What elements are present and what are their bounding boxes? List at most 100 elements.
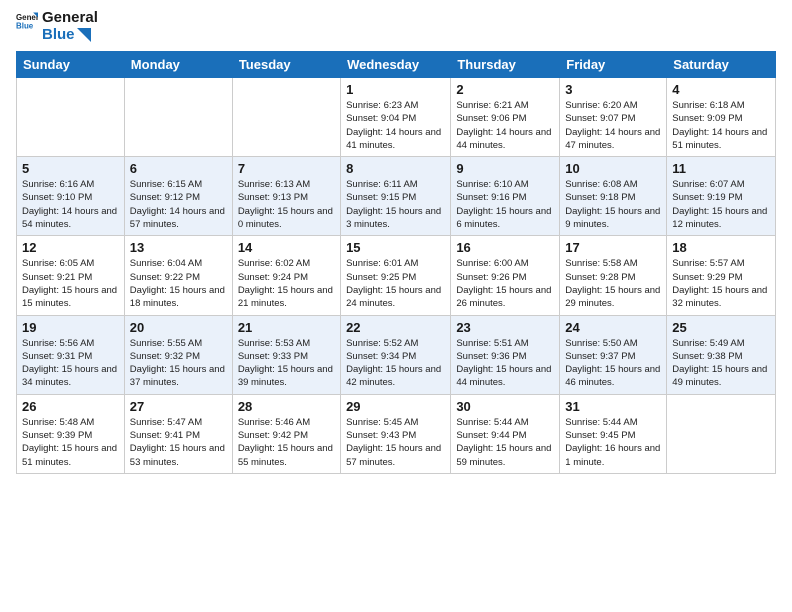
sunrise-text: Sunrise: 5:52 AM bbox=[346, 338, 418, 349]
sunrise-text: Sunrise: 6:16 AM bbox=[22, 179, 94, 190]
sunset-text: Sunset: 9:45 PM bbox=[565, 430, 635, 441]
day-info: Sunrise: 5:44 AMSunset: 9:44 PMDaylight:… bbox=[456, 416, 554, 469]
sunset-text: Sunset: 9:29 PM bbox=[672, 272, 742, 283]
day-number: 15 bbox=[346, 240, 445, 255]
calendar-cell: 16Sunrise: 6:00 AMSunset: 9:26 PMDayligh… bbox=[451, 236, 560, 315]
sunset-text: Sunset: 9:42 PM bbox=[238, 430, 308, 441]
calendar-cell: 24Sunrise: 5:50 AMSunset: 9:37 PMDayligh… bbox=[560, 315, 667, 394]
day-number: 4 bbox=[672, 82, 770, 97]
sunset-text: Sunset: 9:28 PM bbox=[565, 272, 635, 283]
sunset-text: Sunset: 9:43 PM bbox=[346, 430, 416, 441]
calendar-cell: 5Sunrise: 6:16 AMSunset: 9:10 PMDaylight… bbox=[17, 157, 125, 236]
day-info: Sunrise: 6:18 AMSunset: 9:09 PMDaylight:… bbox=[672, 99, 770, 152]
day-info: Sunrise: 6:00 AMSunset: 9:26 PMDaylight:… bbox=[456, 257, 554, 310]
day-number: 29 bbox=[346, 399, 445, 414]
logo-text-block: General Blue bbox=[42, 10, 98, 43]
day-number: 25 bbox=[672, 320, 770, 335]
calendar-cell: 21Sunrise: 5:53 AMSunset: 9:33 PMDayligh… bbox=[232, 315, 340, 394]
sunrise-text: Sunrise: 5:53 AM bbox=[238, 338, 310, 349]
weekday-header-sunday: Sunday bbox=[17, 52, 125, 78]
daylight-text: Daylight: 16 hours and 1 minute. bbox=[565, 443, 660, 467]
weekday-header-saturday: Saturday bbox=[667, 52, 776, 78]
daylight-text: Daylight: 15 hours and 49 minutes. bbox=[672, 364, 767, 388]
daylight-text: Daylight: 15 hours and 44 minutes. bbox=[456, 364, 551, 388]
calendar-week-row: 5Sunrise: 6:16 AMSunset: 9:10 PMDaylight… bbox=[17, 157, 776, 236]
sunset-text: Sunset: 9:36 PM bbox=[456, 351, 526, 362]
daylight-text: Daylight: 15 hours and 37 minutes. bbox=[130, 364, 225, 388]
day-info: Sunrise: 6:10 AMSunset: 9:16 PMDaylight:… bbox=[456, 178, 554, 231]
calendar-cell bbox=[124, 78, 232, 157]
daylight-text: Daylight: 15 hours and 3 minutes. bbox=[346, 206, 441, 230]
day-number: 31 bbox=[565, 399, 661, 414]
daylight-text: Daylight: 15 hours and 57 minutes. bbox=[346, 443, 441, 467]
sunset-text: Sunset: 9:16 PM bbox=[456, 192, 526, 203]
sunrise-text: Sunrise: 5:45 AM bbox=[346, 417, 418, 428]
sunrise-text: Sunrise: 6:01 AM bbox=[346, 258, 418, 269]
calendar-cell: 22 Sunrise: 5:52 AMSunset: 9:34 PMDayligh… bbox=[341, 315, 451, 394]
day-info: Sunrise: 5:47 AMSunset: 9:41 PMDaylight:… bbox=[130, 416, 227, 469]
daylight-text: Daylight: 15 hours and 39 minutes. bbox=[238, 364, 333, 388]
day-number: 9 bbox=[456, 161, 554, 176]
sunset-text: Sunset: 9:19 PM bbox=[672, 192, 742, 203]
svg-text:Blue: Blue bbox=[16, 21, 34, 30]
day-info: Sunrise: 5:45 AM Sunset: 9:43 PM Daylight:… bbox=[346, 416, 445, 469]
sunrise-text: Sunrise: 5:50 AM bbox=[565, 338, 637, 349]
day-info: Sunrise: 5:52 AMSunset: 9:34 PMDaylight:… bbox=[346, 337, 445, 390]
daylight-text: Daylight: 15 hours and 46 minutes. bbox=[565, 364, 660, 388]
day-number: 1 bbox=[346, 82, 445, 97]
day-info: Sunrise: 6:15 AMSunset: 9:12 PMDaylight:… bbox=[130, 178, 227, 231]
day-info: Sunrise: 6:08 AMSunset: 9:18 PMDaylight:… bbox=[565, 178, 661, 231]
calendar-cell: 25 Sunrise: 5:49 AMSunset: 9:38 PMDayligh… bbox=[667, 315, 776, 394]
calendar-cell: 8 Sunrise: 6:11 AMSunset: 9:15 PMDaylight… bbox=[341, 157, 451, 236]
day-info: Sunrise: 5:49 AMSunset: 9:38 PMDaylight:… bbox=[672, 337, 770, 390]
sunrise-text: Sunrise: 6:00 AM bbox=[456, 258, 528, 269]
calendar-week-row: 26Sunrise: 5:48 AMSunset: 9:39 PMDayligh… bbox=[17, 394, 776, 473]
calendar-cell: 17Sunrise: 5:58 AMSunset: 9:28 PMDayligh… bbox=[560, 236, 667, 315]
sunrise-text: Sunrise: 5:56 AM bbox=[22, 338, 94, 349]
day-info: Sunrise: 6:23 AMSunset: 9:04 PMDaylight:… bbox=[346, 99, 445, 152]
day-info: Sunrise: 6:20 AMSunset: 9:07 PMDaylight:… bbox=[565, 99, 661, 152]
day-number: 22 bbox=[346, 320, 445, 335]
day-number: 2 bbox=[456, 82, 554, 97]
sunset-text: Sunset: 9:09 PM bbox=[672, 113, 742, 124]
calendar-cell: 7Sunrise: 6:13 AMSunset: 9:13 PMDaylight… bbox=[232, 157, 340, 236]
sunset-text: Sunset: 9:06 PM bbox=[456, 113, 526, 124]
calendar-cell: 29 Sunrise: 5:45 AM Sunset: 9:43 PM Dayligh… bbox=[341, 394, 451, 473]
day-info: Sunrise: 6:11 AMSunset: 9:15 PMDaylight:… bbox=[346, 178, 445, 231]
sunrise-text: Sunrise: 6:23 AM bbox=[346, 100, 418, 111]
calendar-cell bbox=[232, 78, 340, 157]
calendar-cell: 15Sunrise: 6:01 AMSunset: 9:25 PMDayligh… bbox=[341, 236, 451, 315]
day-number: 8 bbox=[346, 161, 445, 176]
day-info: Sunrise: 6:07 AMSunset: 9:19 PMDaylight:… bbox=[672, 178, 770, 231]
sunrise-text: Sunrise: 6:05 AM bbox=[22, 258, 94, 269]
calendar-table: SundayMondayTuesdayWednesdayThursdayFrid… bbox=[16, 51, 776, 474]
day-info: Sunrise: 6:16 AMSunset: 9:10 PMDaylight:… bbox=[22, 178, 119, 231]
calendar-cell bbox=[17, 78, 125, 157]
sunset-text: Sunset: 9:10 PM bbox=[22, 192, 92, 203]
daylight-text: Daylight: 15 hours and 55 minutes. bbox=[238, 443, 333, 467]
sunrise-text: Sunrise: 6:08 AM bbox=[565, 179, 637, 190]
sunset-text: Sunset: 9:44 PM bbox=[456, 430, 526, 441]
day-number: 27 bbox=[130, 399, 227, 414]
daylight-text: Daylight: 15 hours and 24 minutes. bbox=[346, 285, 441, 309]
day-number: 18 bbox=[672, 240, 770, 255]
calendar-cell: 2Sunrise: 6:21 AMSunset: 9:06 PMDaylight… bbox=[451, 78, 560, 157]
calendar-cell: 14Sunrise: 6:02 AMSunset: 9:24 PMDayligh… bbox=[232, 236, 340, 315]
sunrise-text: Sunrise: 6:13 AM bbox=[238, 179, 310, 190]
sunrise-text: Sunrise: 6:04 AM bbox=[130, 258, 202, 269]
daylight-text: Daylight: 14 hours and 44 minutes. bbox=[456, 127, 551, 151]
daylight-text: Daylight: 15 hours and 12 minutes. bbox=[672, 206, 767, 230]
calendar-cell: 4Sunrise: 6:18 AMSunset: 9:09 PMDaylight… bbox=[667, 78, 776, 157]
calendar-cell: 26Sunrise: 5:48 AMSunset: 9:39 PMDayligh… bbox=[17, 394, 125, 473]
daylight-text: Daylight: 15 hours and 0 minutes. bbox=[238, 206, 333, 230]
day-number: 13 bbox=[130, 240, 227, 255]
sunrise-text: Sunrise: 5:46 AM bbox=[238, 417, 310, 428]
calendar-cell: 18Sunrise: 5:57 AMSunset: 9:29 PMDayligh… bbox=[667, 236, 776, 315]
day-number: 21 bbox=[238, 320, 335, 335]
svg-text:General: General bbox=[16, 13, 38, 22]
daylight-text: Daylight: 14 hours and 57 minutes. bbox=[130, 206, 225, 230]
sunrise-text: Sunrise: 6:18 AM bbox=[672, 100, 744, 111]
sunset-text: Sunset: 9:38 PM bbox=[672, 351, 742, 362]
logo: General Blue bbox=[16, 10, 38, 32]
daylight-text: Daylight: 14 hours and 41 minutes. bbox=[346, 127, 441, 151]
